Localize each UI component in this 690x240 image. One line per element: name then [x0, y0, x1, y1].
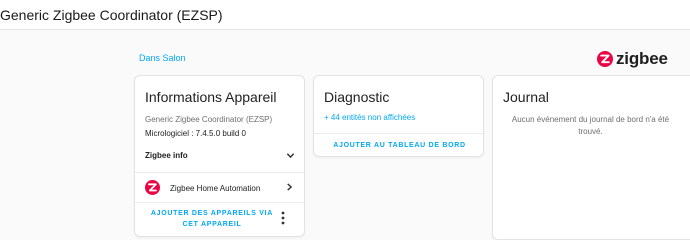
brand-name: zigbee — [616, 49, 668, 68]
device-model: Generic Zigbee Coordinator (EZSP) — [145, 115, 273, 124]
device-info-title: Informations Appareil — [145, 89, 277, 105]
zigbee-brand-logo: zigbee — [597, 49, 668, 69]
journal-empty-message: Aucun événement du journal de bord n'a é… — [511, 115, 670, 136]
zigbee-icon — [597, 51, 613, 67]
integration-link[interactable]: Zigbee Home Automation — [135, 175, 304, 201]
diagnostic-card: Diagnostic + 44 entités non affichées AJ… — [313, 75, 484, 157]
zigbee-info-label: Zigbee info — [145, 151, 188, 160]
page-title: Generic Zigbee Coordinator (EZSP) — [0, 7, 223, 23]
more-options-icon[interactable] — [280, 211, 286, 225]
divider — [135, 172, 304, 173]
integration-label: Zigbee Home Automation — [170, 184, 261, 193]
chevron-down-icon — [286, 153, 295, 159]
divider — [314, 133, 483, 134]
hidden-entities-link[interactable]: + 44 entités non affichées — [324, 113, 415, 122]
zigbee-info-expander[interactable]: Zigbee info — [135, 143, 304, 169]
journal-card: Journal Aucun événement du journal de bo… — [492, 75, 690, 240]
zigbee-icon — [145, 180, 160, 195]
area-link[interactable]: Dans Salon — [139, 53, 186, 63]
add-to-dashboard-button[interactable]: AJOUTER AU TABLEAU DE BORD — [314, 140, 483, 151]
device-firmware: Micrologiciel : 7.4.5.0 build 0 — [145, 129, 246, 138]
journal-title: Journal — [503, 89, 549, 105]
divider — [135, 202, 304, 203]
diagnostic-title: Diagnostic — [324, 89, 390, 105]
add-devices-button[interactable]: AJOUTER DES APPAREILS VIA CET APPAREIL — [147, 208, 277, 230]
chevron-right-icon — [287, 183, 293, 191]
top-app-bar: Generic Zigbee Coordinator (EZSP) — [0, 0, 690, 30]
